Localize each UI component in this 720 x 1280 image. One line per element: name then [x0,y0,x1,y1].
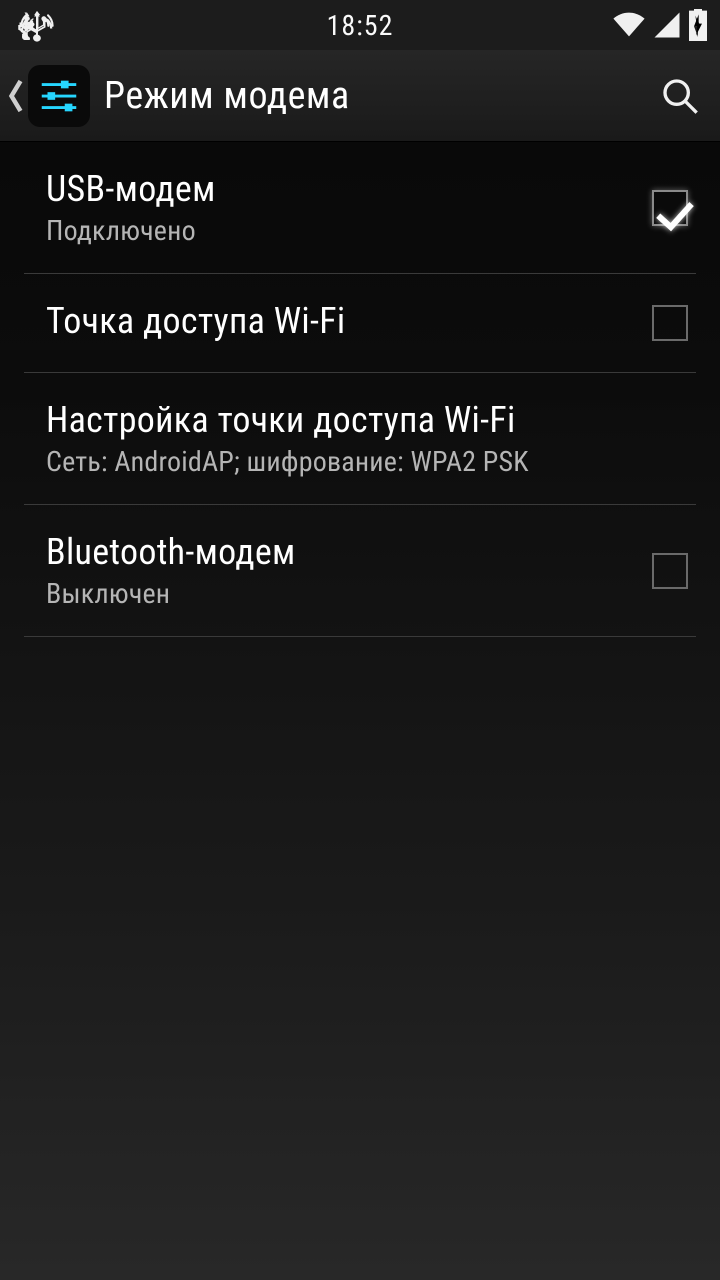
item-subtitle: Сеть: AndroidAP; шифрование: WPA2 PSK [46,445,696,478]
status-bar[interactable]: 18:52 [0,0,720,50]
item-subtitle: Выключен [46,577,652,610]
search-button[interactable] [658,74,702,118]
wifi-hotspot-checkbox[interactable] [652,305,688,341]
item-subtitle: Подключено [46,214,652,247]
item-title: Bluetooth-модем [46,531,652,573]
bluetooth-tethering-item[interactable]: Bluetooth-модем Выключен [24,505,696,637]
usb-tethering-item[interactable]: USB-модем Подключено [24,142,696,274]
battery-charging-icon [688,9,708,41]
page-title: Режим модема [104,74,658,118]
settings-icon[interactable] [28,65,90,127]
wifi-hotspot-setup-item[interactable]: Настройка точки доступа Wi-Fi Сеть: Andr… [24,373,696,505]
back-button[interactable] [8,78,24,114]
item-title: USB-модем [46,168,652,210]
settings-list: USB-модем Подключено Точка доступа Wi-Fi… [0,142,720,637]
wifi-hotspot-item[interactable]: Точка доступа Wi-Fi [24,274,696,373]
usb-tether-icon [20,8,54,42]
item-title: Точка доступа Wi-Fi [46,300,652,342]
app-bar: Режим модема [0,50,720,142]
wifi-icon [612,10,646,40]
usb-tethering-checkbox[interactable] [652,190,688,226]
signal-icon [652,10,682,40]
item-title: Настройка точки доступа Wi-Fi [46,399,696,441]
status-clock: 18:52 [327,9,394,42]
bluetooth-tethering-checkbox[interactable] [652,553,688,589]
